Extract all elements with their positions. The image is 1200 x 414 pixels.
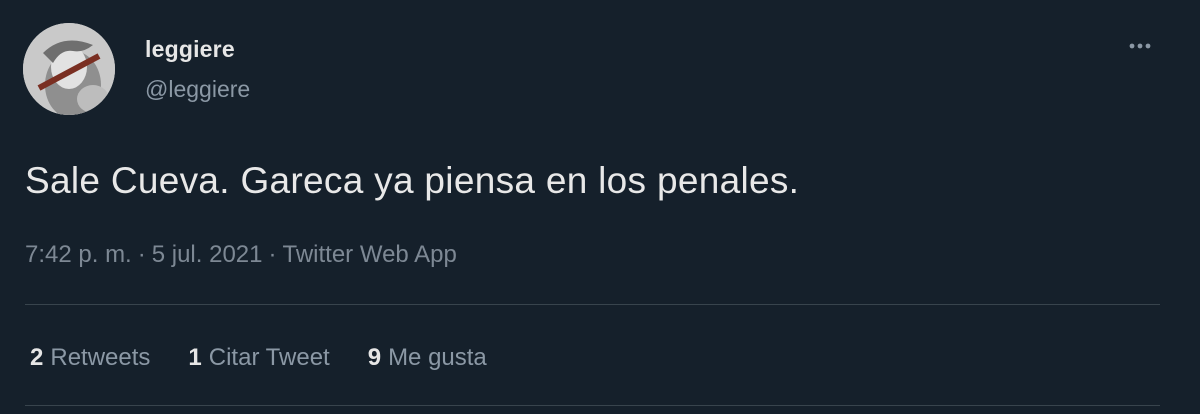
- avatar[interactable]: [23, 23, 115, 115]
- likes-stat[interactable]: 9 Me gusta: [368, 344, 487, 372]
- retweets-stat[interactable]: 2 Retweets: [30, 344, 150, 372]
- avatar-image: [23, 23, 115, 115]
- tweet-text: Sale Cueva. Gareca ya piensa en los pena…: [25, 160, 800, 201]
- divider: [25, 304, 1160, 305]
- tweet-time[interactable]: 7:42 p. m.: [25, 241, 132, 268]
- likes-count: 9: [367, 344, 382, 371]
- tweet-card: leggiere @leggiere Sale Cueva. Gareca ya…: [0, 0, 1200, 414]
- tweet-client[interactable]: Twitter Web App: [283, 241, 457, 268]
- more-options-icon[interactable]: [1122, 36, 1158, 56]
- engagement-stats: 2 Retweets 1 Citar Tweet 9 Me gusta: [30, 344, 525, 372]
- retweets-count: 2: [30, 344, 44, 371]
- divider: [25, 405, 1160, 406]
- quote-tweets-count: 1: [188, 344, 202, 371]
- tweet-date[interactable]: 5 jul. 2021: [152, 241, 263, 268]
- retweets-label: Retweets: [50, 344, 151, 371]
- display-name[interactable]: leggiere: [145, 36, 235, 63]
- quote-tweets-label: Citar Tweet: [208, 344, 330, 371]
- tweet-metadata: 7:42 p. m. · 5 jul. 2021 · Twitter Web App: [25, 241, 457, 269]
- quote-tweets-stat[interactable]: 1 Citar Tweet: [188, 344, 329, 372]
- likes-label: Me gusta: [388, 344, 487, 371]
- meta-separator: ·: [268, 241, 277, 268]
- meta-separator: ·: [137, 241, 146, 268]
- user-handle[interactable]: @leggiere: [145, 76, 250, 103]
